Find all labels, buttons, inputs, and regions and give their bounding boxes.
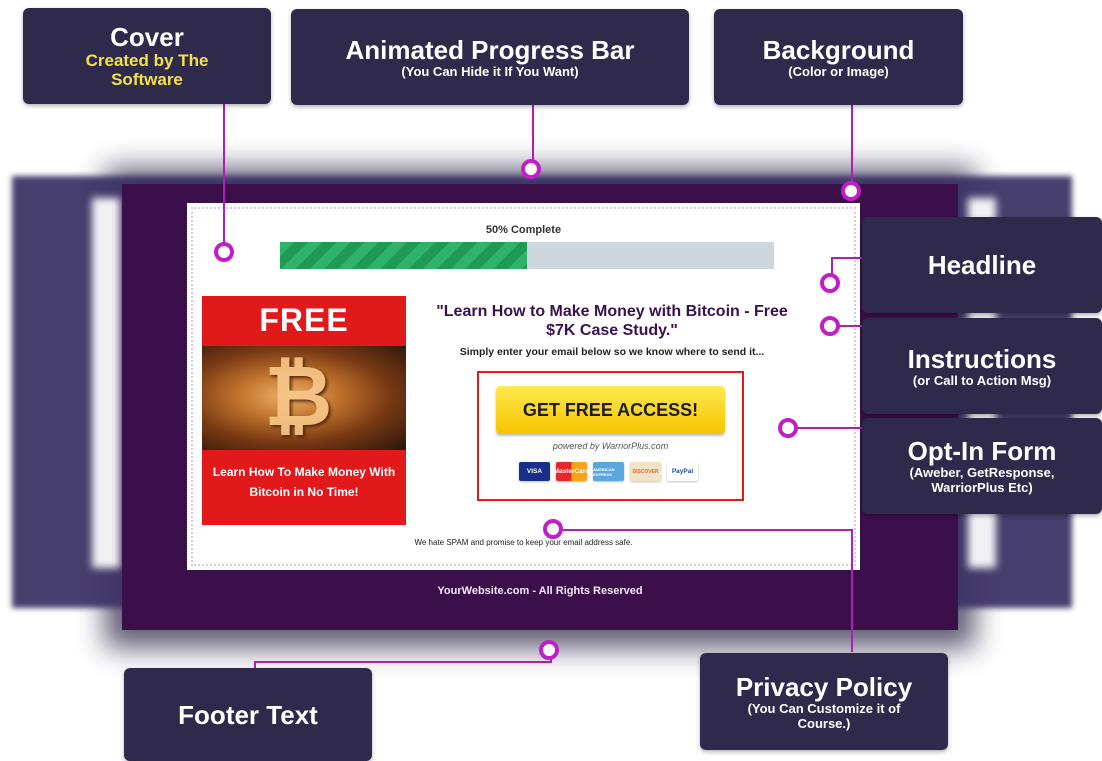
callout-footer-text: Footer Text — [124, 668, 372, 761]
callout-background-title: Background — [762, 34, 915, 65]
background-pin — [841, 181, 861, 201]
callout-privacy-title: Privacy Policy — [735, 671, 913, 702]
callout-privacy-subtitle: (You Can Customize it of Course.) — [747, 700, 901, 731]
callout-progress-title: Animated Progress Bar — [345, 34, 635, 65]
callout-privacy-policy: Privacy Policy (You Can Customize it of … — [700, 653, 948, 750]
cover-pin — [214, 242, 234, 262]
progress-pin — [521, 159, 541, 179]
callout-background-subtitle: (Color or Image) — [788, 63, 889, 79]
callout-optin-title: Opt-In Form — [907, 436, 1057, 466]
privacy-pin — [543, 519, 563, 539]
callout-headline-title: Headline — [927, 250, 1037, 280]
callout-optin-subtitle: (Aweber, GetResponse, WarriorPlus Etc) — [909, 465, 1055, 495]
callout-cover-subtitle: Created by The Software — [85, 51, 209, 89]
headline-pin — [820, 273, 840, 293]
callout-background: Background (Color or Image) — [714, 9, 963, 105]
footer-pin — [539, 640, 559, 660]
optin-pin — [778, 418, 798, 438]
callout-instructions-title: Instructions — [907, 343, 1057, 374]
callout-cover: Cover Created by The Software — [23, 8, 271, 104]
callout-instructions: Instructions (or Call to Action Msg) — [862, 318, 1102, 414]
callout-cover-title: Cover — [110, 22, 184, 52]
callout-progress-subtitle: (You Can Hide it If You Want) — [401, 63, 579, 79]
callout-footer-title: Footer Text — [178, 699, 318, 730]
callout-progress-bar: Animated Progress Bar (You Can Hide it I… — [291, 9, 689, 105]
instructions-pin — [820, 316, 840, 336]
callout-headline: Headline — [862, 217, 1102, 313]
callout-instructions-subtitle: (or Call to Action Msg) — [912, 372, 1052, 388]
callout-optin-form: Opt-In Form (Aweber, GetResponse, Warrio… — [862, 418, 1102, 514]
